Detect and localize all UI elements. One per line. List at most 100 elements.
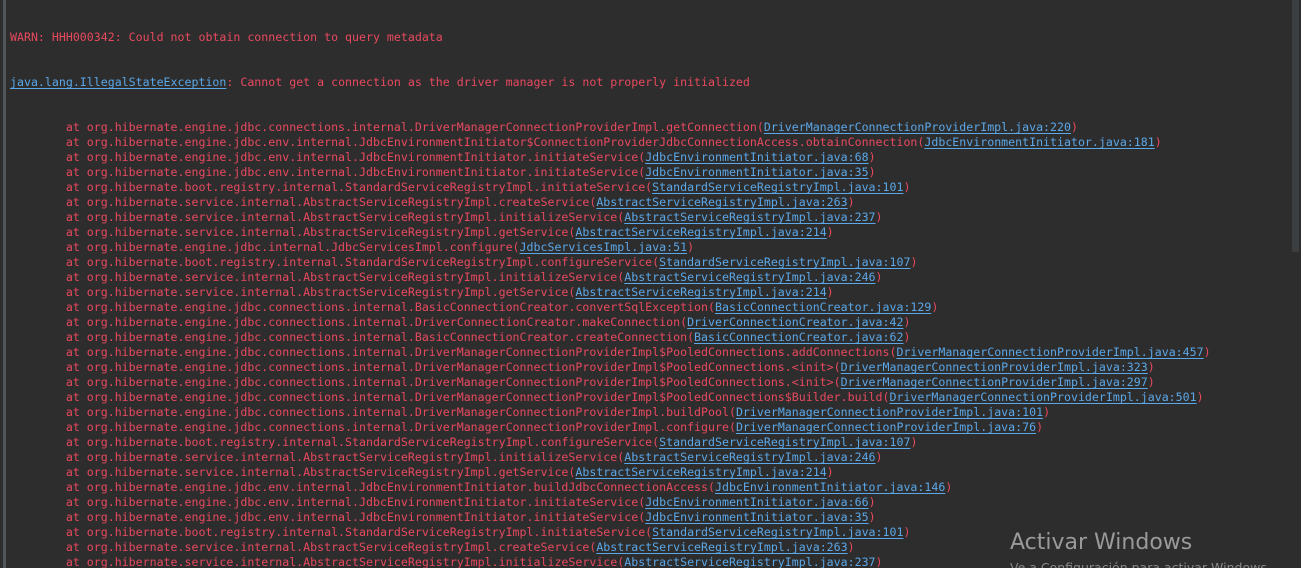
stack-frame-line[interactable]: at org.hibernate.engine.jdbc.connections…: [10, 390, 1211, 405]
stack-frame-close-paren: ): [931, 300, 939, 314]
stack-frame-source-link[interactable]: JdbcEnvironmentInitiator.java:35: [645, 165, 868, 179]
console-left-gutter: [0, 0, 8, 568]
stack-frame-line[interactable]: at org.hibernate.engine.jdbc.connections…: [10, 315, 1211, 330]
stack-frame-method: at org.hibernate.boot.registry.internal.…: [10, 180, 653, 194]
stack-frame-source-link[interactable]: StandardServiceRegistryImpl.java:107: [659, 255, 910, 269]
stack-frame-line[interactable]: at org.hibernate.engine.jdbc.connections…: [10, 330, 1211, 345]
stack-frame-line[interactable]: at org.hibernate.boot.registry.internal.…: [10, 525, 1211, 540]
stack-frame-line[interactable]: at org.hibernate.engine.jdbc.env.interna…: [10, 165, 1211, 180]
stack-frame-method: at org.hibernate.engine.jdbc.connections…: [10, 345, 897, 359]
stack-frame-line[interactable]: at org.hibernate.boot.registry.internal.…: [10, 435, 1211, 450]
stack-frame-source-link[interactable]: StandardServiceRegistryImpl.java:101: [652, 180, 903, 194]
stack-frame-close-paren: ): [910, 255, 918, 269]
stack-frame-source-link[interactable]: StandardServiceRegistryImpl.java:101: [652, 525, 903, 539]
stack-frame-line[interactable]: at org.hibernate.engine.jdbc.connections…: [10, 405, 1211, 420]
stack-frame-source-link[interactable]: JdbcServicesImpl.java:51: [520, 240, 688, 254]
stack-frame-method: at org.hibernate.service.internal.Abstra…: [10, 450, 625, 464]
stack-frame-line[interactable]: at org.hibernate.service.internal.Abstra…: [10, 270, 1211, 285]
stack-frame-close-paren: ): [847, 195, 855, 209]
stack-frame-line[interactable]: at org.hibernate.service.internal.Abstra…: [10, 540, 1211, 555]
stack-frame-line[interactable]: at org.hibernate.engine.jdbc.env.interna…: [10, 480, 1211, 495]
stack-frame-line[interactable]: at org.hibernate.engine.jdbc.connections…: [10, 375, 1211, 390]
stack-frame-source-link[interactable]: DriverManagerConnectionProviderImpl.java…: [841, 360, 1148, 374]
stack-frame-line[interactable]: at org.hibernate.boot.registry.internal.…: [10, 255, 1211, 270]
stack-frame-line[interactable]: at org.hibernate.engine.jdbc.internal.Jd…: [10, 240, 1211, 255]
stack-frame-line[interactable]: at org.hibernate.engine.jdbc.env.interna…: [10, 495, 1211, 510]
stack-frame-source-link[interactable]: JdbcEnvironmentInitiator.java:35: [645, 510, 868, 524]
stack-frame-source-link[interactable]: StandardServiceRegistryImpl.java:107: [659, 435, 910, 449]
stack-frame-close-paren: ): [910, 435, 918, 449]
stack-frame-line[interactable]: at org.hibernate.engine.jdbc.env.interna…: [10, 150, 1211, 165]
scrollbar-thumb[interactable]: [1292, 0, 1299, 252]
stack-frame-close-paren: ): [1070, 120, 1078, 134]
stack-frame-close-paren: ): [868, 150, 876, 164]
stack-frame-method: at org.hibernate.engine.jdbc.connections…: [10, 390, 890, 404]
stack-frame-method: at org.hibernate.engine.jdbc.internal.Jd…: [10, 240, 520, 254]
stack-frame-close-paren: ): [945, 480, 953, 494]
stack-frame-close-paren: ): [826, 285, 834, 299]
stack-frame-line[interactable]: at org.hibernate.service.internal.Abstra…: [10, 285, 1211, 300]
stack-frame-close-paren: ): [1203, 345, 1211, 359]
stack-frame-method: at org.hibernate.service.internal.Abstra…: [10, 270, 625, 284]
stack-frame-line[interactable]: at org.hibernate.engine.jdbc.env.interna…: [10, 135, 1211, 150]
stack-frame-source-link[interactable]: AbstractServiceRegistryImpl.java:214: [575, 465, 826, 479]
stack-frame-line[interactable]: at org.hibernate.service.internal.Abstra…: [10, 450, 1211, 465]
stack-frame-line[interactable]: at org.hibernate.service.internal.Abstra…: [10, 225, 1211, 240]
stack-frame-line[interactable]: at org.hibernate.service.internal.Abstra…: [10, 555, 1211, 568]
stack-frame-line[interactable]: at org.hibernate.service.internal.Abstra…: [10, 195, 1211, 210]
stack-frame-method: at org.hibernate.engine.jdbc.connections…: [10, 360, 841, 374]
stack-frame-source-link[interactable]: BasicConnectionCreator.java:129: [715, 300, 931, 314]
stack-frame-close-paren: ): [903, 525, 911, 539]
stack-trace-text[interactable]: WARN: HHH000342: Could not obtain connec…: [10, 0, 1211, 568]
stack-frame-method: at org.hibernate.engine.jdbc.connections…: [10, 315, 688, 329]
stack-frame-source-link[interactable]: AbstractServiceRegistryImpl.java:214: [575, 225, 826, 239]
stack-frame-method: at org.hibernate.engine.jdbc.connections…: [10, 405, 736, 419]
stack-frame-source-link[interactable]: BasicConnectionCreator.java:62: [694, 330, 903, 344]
stack-frame-method: at org.hibernate.engine.jdbc.connections…: [10, 375, 841, 389]
stack-frame-source-link[interactable]: DriverManagerConnectionProviderImpl.java…: [896, 345, 1203, 359]
stack-frame-source-link[interactable]: JdbcEnvironmentInitiator.java:146: [715, 480, 945, 494]
stack-frame-method: at org.hibernate.boot.registry.internal.…: [10, 255, 660, 269]
stack-frame-line[interactable]: at org.hibernate.engine.jdbc.connections…: [10, 360, 1211, 375]
stack-frame-source-link[interactable]: JdbcEnvironmentInitiator.java:66: [645, 495, 868, 509]
exception-class-link[interactable]: java.lang.IllegalStateException: [10, 75, 226, 89]
stack-frame-source-link[interactable]: AbstractServiceRegistryImpl.java:246: [624, 450, 875, 464]
stack-frame-line[interactable]: at org.hibernate.engine.jdbc.connections…: [10, 300, 1211, 315]
vertical-scrollbar[interactable]: [1290, 0, 1301, 568]
stack-frame-line[interactable]: at org.hibernate.engine.jdbc.connections…: [10, 345, 1211, 360]
stack-frame-source-link[interactable]: DriverManagerConnectionProviderImpl.java…: [764, 120, 1071, 134]
stack-frame-source-link[interactable]: AbstractServiceRegistryImpl.java:237: [624, 210, 875, 224]
stack-frame-source-link[interactable]: AbstractServiceRegistryImpl.java:246: [624, 270, 875, 284]
stack-frame-method: at org.hibernate.boot.registry.internal.…: [10, 525, 653, 539]
stack-frame-source-link[interactable]: DriverManagerConnectionProviderImpl.java…: [889, 390, 1196, 404]
stack-frame-line[interactable]: at org.hibernate.engine.jdbc.connections…: [10, 420, 1211, 435]
stack-frame-source-link[interactable]: AbstractServiceRegistryImpl.java:263: [596, 540, 847, 554]
stack-frame-source-link[interactable]: DriverManagerConnectionProviderImpl.java…: [841, 375, 1148, 389]
stack-frame-line[interactable]: at org.hibernate.service.internal.Abstra…: [10, 210, 1211, 225]
stack-frame-close-paren: ): [1154, 135, 1162, 149]
stack-frame-method: at org.hibernate.boot.registry.internal.…: [10, 435, 660, 449]
stack-frame-line[interactable]: at org.hibernate.service.internal.Abstra…: [10, 465, 1211, 480]
stack-frame-source-link[interactable]: JdbcEnvironmentInitiator.java:181: [924, 135, 1154, 149]
stack-frame-close-paren: ): [826, 225, 834, 239]
stack-frame-source-link[interactable]: DriverManagerConnectionProviderImpl.java…: [736, 405, 1043, 419]
stack-frame-source-link[interactable]: AbstractServiceRegistryImpl.java:214: [575, 285, 826, 299]
stack-frame-source-link[interactable]: JdbcEnvironmentInitiator.java:68: [645, 150, 868, 164]
stack-frame-close-paren: ): [903, 180, 911, 194]
stack-frame-source-link[interactable]: AbstractServiceRegistryImpl.java:263: [596, 195, 847, 209]
stack-frame-method: at org.hibernate.service.internal.Abstra…: [10, 465, 576, 479]
stack-frame-close-paren: ): [1036, 420, 1044, 434]
warning-line: WARN: HHH000342: Could not obtain connec…: [10, 30, 1211, 45]
stack-frame-close-paren: ): [868, 165, 876, 179]
console-output-panel[interactable]: WARN: HHH000342: Could not obtain connec…: [0, 0, 1301, 568]
stack-frame-source-link[interactable]: AbstractServiceRegistryImpl.java:237: [624, 555, 875, 568]
stack-frame-method: at org.hibernate.engine.jdbc.connections…: [10, 120, 764, 134]
exception-header-line: java.lang.IllegalStateException: Cannot …: [10, 75, 1211, 90]
stack-frame-line[interactable]: at org.hibernate.engine.jdbc.env.interna…: [10, 510, 1211, 525]
stack-frame-source-link[interactable]: DriverManagerConnectionProviderImpl.java…: [736, 420, 1036, 434]
stack-frame-method: at org.hibernate.service.internal.Abstra…: [10, 285, 576, 299]
stack-frame-line[interactable]: at org.hibernate.boot.registry.internal.…: [10, 180, 1211, 195]
stack-frame-line[interactable]: at org.hibernate.engine.jdbc.connections…: [10, 120, 1211, 135]
stack-frame-source-link[interactable]: DriverConnectionCreator.java:42: [687, 315, 903, 329]
stack-frame-close-paren: ): [875, 555, 883, 568]
